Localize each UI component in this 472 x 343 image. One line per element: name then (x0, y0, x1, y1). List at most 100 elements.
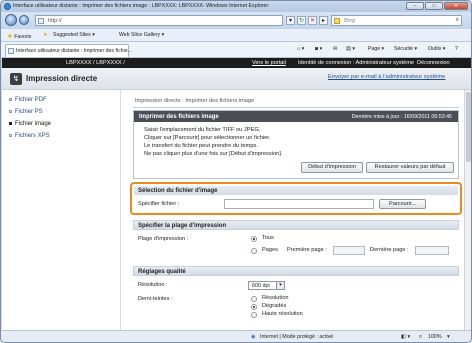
section-header: Sélection du fichier d'image (134, 186, 458, 195)
print-icon[interactable]: ▤ ▾ (346, 46, 355, 52)
direct-print-icon: ↯ (10, 73, 22, 85)
maximize-button[interactable]: □ (425, 2, 443, 10)
minimize-button[interactable]: – (406, 2, 424, 10)
mail-admin-link[interactable]: Envoyer par e-mail à l'administrateur sy… (328, 74, 445, 80)
range-pages-label: Pages (262, 247, 278, 253)
sidebar-item-pdf[interactable]: Fichier PDF (9, 97, 47, 103)
page-menu[interactable]: Page ▾ (368, 46, 384, 52)
range-all-radio[interactable] (251, 236, 257, 242)
dropdown-icon[interactable]: ▾ (286, 16, 295, 25)
feed-icon[interactable]: ▸ (319, 16, 328, 25)
sidebar: Fichier PDF Fichier PS Fichier image Fic… (2, 90, 121, 330)
help-icon[interactable]: ? (455, 46, 458, 52)
sidebar-item-ps[interactable]: Fichier PS (9, 109, 43, 115)
search-placeholder: Bing (344, 18, 356, 24)
resolution-value: 600 dpi (252, 283, 270, 289)
portal-link[interactable]: Vers le portail (252, 60, 286, 66)
first-page-label: Première page : (287, 247, 327, 253)
page-title: Impression directe (26, 74, 98, 83)
file-label: Spécifier fichier : (138, 201, 180, 207)
section-title: Réglages qualité (138, 268, 186, 275)
last-page-input[interactable] (415, 246, 449, 255)
halftone-high-resolution-radio[interactable] (251, 312, 257, 318)
section-title: Sélection du fichier d'image (138, 187, 218, 194)
last-update: Dernière mise à jour : 16/09/2011 06:53:… (351, 113, 452, 120)
forward-button[interactable]: › (19, 15, 29, 25)
search-input[interactable]: Bing ⌕ (331, 15, 462, 26)
web-slice-gallery-link[interactable]: Web Slice Gallery ▾ (119, 32, 164, 38)
halftone-option-label: Résolution (262, 295, 289, 301)
feeds-icon[interactable]: ◙ ▾ (315, 46, 322, 52)
restore-defaults-button[interactable]: Restaurer valeurs par défaut (366, 162, 454, 173)
tools-menu[interactable]: Outils ▾ (428, 46, 445, 52)
file-selection-panel: Sélection du fichier d'image Spécifier f… (130, 182, 462, 215)
login-identity: Identité de connexion : Administrateur s… (298, 60, 414, 66)
sidebar-item-image[interactable]: Fichier image (9, 121, 51, 127)
back-button[interactable]: ‹ (5, 14, 17, 26)
print-panel: Imprimer des fichiers image Dernière mis… (133, 110, 459, 179)
stop-icon[interactable]: ✕ (308, 16, 317, 25)
resolution-select[interactable]: 600 dpi ▾ (248, 281, 285, 290)
bullet-icon (9, 133, 12, 137)
range-label: Plage d'impression : (138, 236, 189, 242)
page-icon (38, 18, 44, 24)
protected-mode-icon[interactable]: ◧ ▾ (401, 334, 410, 340)
section-header: Réglages qualité (133, 266, 459, 276)
range-all-label: Tous (262, 235, 274, 241)
header-band: ↯ Impression directe Envoyer par e-mail … (2, 68, 471, 90)
breadcrumb: Impression directe : Imprimer des fichie… (135, 98, 255, 104)
home-icon[interactable]: ⌂ ▾ (297, 46, 304, 52)
bullet-icon (9, 121, 12, 125)
divider (133, 107, 459, 108)
security-menu[interactable]: Sécurité ▾ (394, 46, 417, 52)
search-icon[interactable]: ⌕ (456, 17, 459, 24)
instruction-line: Ne pas cliquer plus d'une fois sur [Débu… (144, 151, 283, 157)
first-page-input[interactable] (333, 246, 365, 255)
close-window-button[interactable]: ✕ (444, 2, 468, 10)
mail-icon[interactable]: ✉ (333, 46, 337, 52)
address-bar[interactable]: http:// (35, 15, 283, 26)
bing-icon (334, 18, 340, 24)
halftone-resolution-radio[interactable] (251, 296, 257, 302)
top-bar: LBPXXXX / LBPXXXX / Vers le portail Iden… (2, 58, 471, 68)
last-page-label: Dernière page : (370, 247, 409, 253)
halftone-gradation-radio[interactable] (251, 304, 257, 310)
scrollbar-thumb[interactable] (466, 92, 471, 162)
zoom-level[interactable]: 100% (428, 334, 442, 340)
device-name: LBPXXXX / LBPXXXX / (66, 60, 125, 66)
chevron-down-icon[interactable]: ▾ (447, 334, 450, 340)
halftone-option-label: Dégradés (262, 303, 287, 309)
tab-page-icon (8, 48, 14, 54)
favorites-button[interactable]: ★ Favoris (7, 32, 31, 40)
address-url: http:// (48, 18, 62, 24)
bullet-icon (9, 109, 12, 113)
halftone-option-label: Haute résolution (262, 311, 303, 317)
main-area: Impression directe : Imprimer des fichie… (130, 90, 465, 330)
tab-label: Interface utilisateur distante : Imprime… (16, 48, 132, 54)
vertical-scrollbar[interactable] (464, 90, 471, 330)
instruction-line: Le transfert du fichier peut prendre du … (144, 143, 258, 149)
address-row: ‹ › http:// ▾ ↻ ✕ ▸ Bing ⌕ (1, 12, 471, 29)
logout-link[interactable]: Déconnexion (417, 60, 450, 66)
sidebar-item-xps[interactable]: Fichiers XPS (9, 133, 50, 139)
refresh-icon[interactable]: ↻ (297, 16, 306, 25)
browser-tab[interactable]: Interface utilisateur distante : Imprime… (5, 44, 132, 57)
file-path-input[interactable] (224, 199, 374, 209)
star-icon: ★ (7, 33, 13, 40)
status-bar: ◉ Internet | Mode protégé : activé ◧ ▾ ⌕… (1, 330, 471, 342)
browse-button[interactable]: Parcourir... (379, 199, 426, 209)
page-content: LBPXXXX / LBPXXXX / Vers le portail Iden… (2, 58, 471, 330)
add-favorite-icon[interactable]: ★ (43, 32, 48, 38)
start-print-button[interactable]: Début d'impression (301, 162, 363, 173)
halftone-label: Demi-teintes : (138, 296, 173, 302)
suggested-sites-link[interactable]: Suggested Sites ▾ (53, 32, 95, 38)
zoom-icon[interactable]: ⌕ (419, 334, 422, 341)
range-pages-radio[interactable] (251, 248, 257, 254)
panel-header: Imprimer des fichiers image Dernière mis… (134, 111, 458, 122)
instruction-line: Saisir l'emplacement du fichier TIFF ou … (144, 127, 261, 133)
bullet-icon (9, 97, 12, 101)
section-header: Spécifier la plage d'impression (133, 220, 459, 230)
favorites-bar: ★ Favoris ★ Suggested Sites ▾ Web Slice … (1, 29, 471, 42)
panel-title: Imprimer des fichiers image (139, 113, 219, 120)
tab-row: Interface utilisateur distante : Imprime… (1, 42, 471, 58)
